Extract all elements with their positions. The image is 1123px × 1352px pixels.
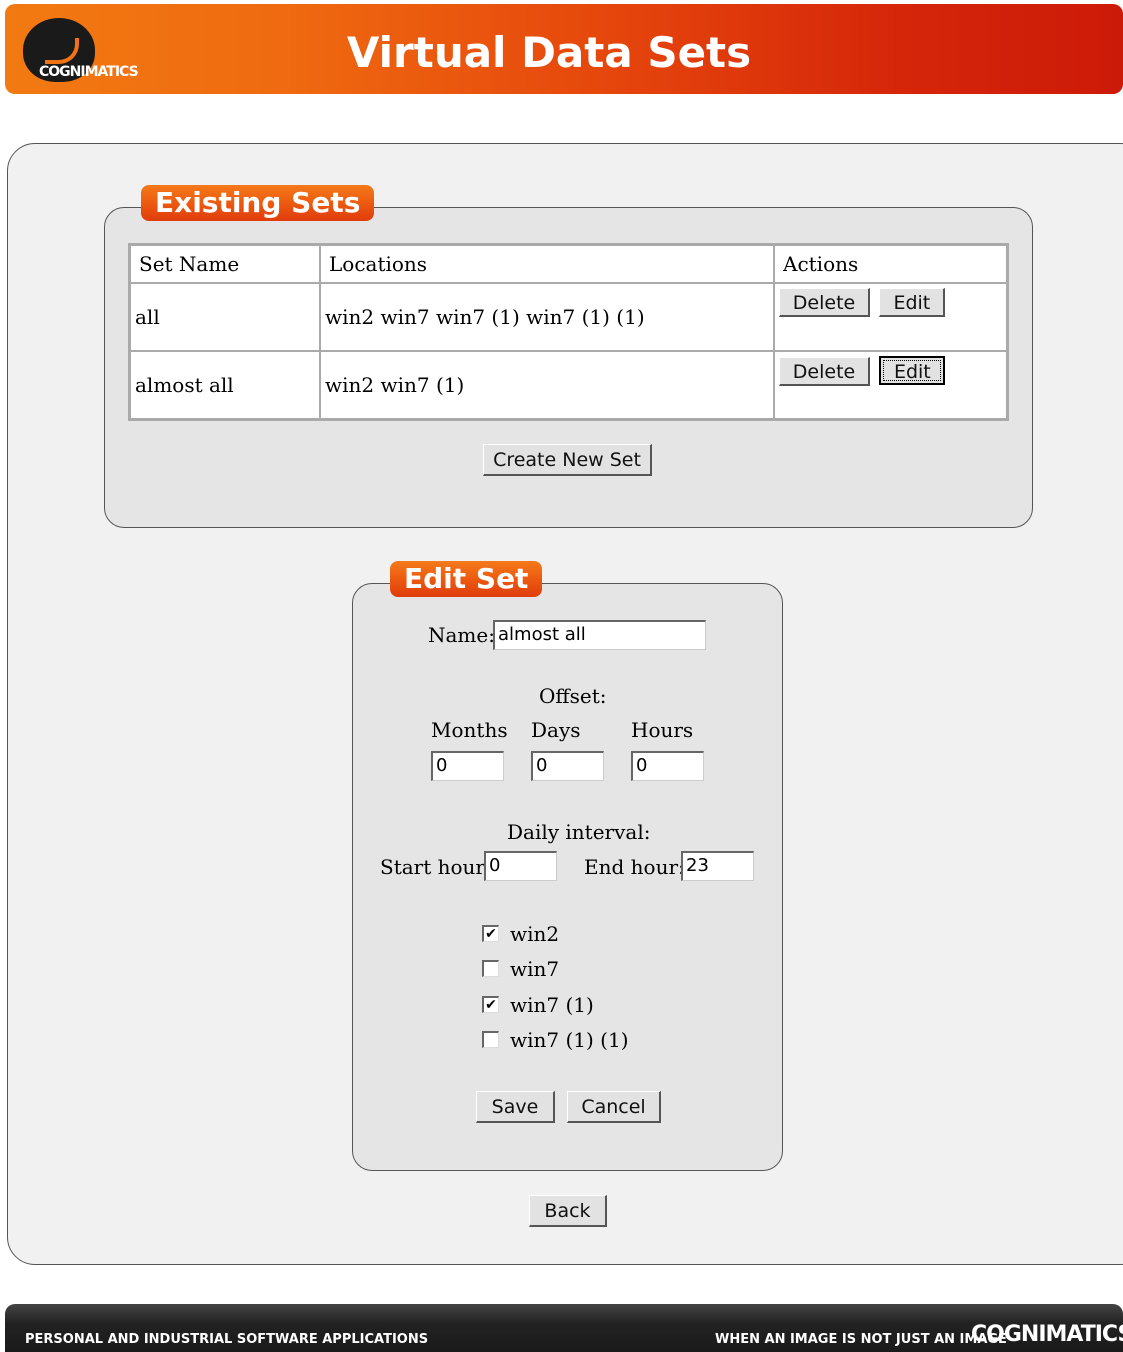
set-name-cell: almost all [130,351,320,419]
location-label: win7 (1) [510,993,594,1017]
hours-input[interactable]: 0 [631,751,704,781]
end-hour-input[interactable]: 23 [681,851,754,881]
locations-cell: win2 win7 win7 (1) win7 (1) (1) [320,283,774,351]
set-name-cell: all [130,283,320,351]
column-header-locations: Locations [320,245,774,283]
location-label: win7 (1) (1) [510,1028,629,1052]
existing-sets-legend: Existing Sets [141,185,375,221]
name-input[interactable]: almost all [493,620,706,650]
start-hour-input[interactable]: 0 [484,851,557,881]
name-label: Name: [428,623,495,647]
footer-tagline: PERSONAL AND INDUSTRIAL SOFTWARE APPLICA… [25,1332,429,1347]
footer-slogan: WHEN AN IMAGE IS NOT JUST AN IMAGE [715,1332,1007,1347]
days-input[interactable]: 0 [531,751,604,781]
delete-button[interactable]: Delete [779,288,870,317]
location-label: win2 [510,922,560,946]
footer-logo: COGNIMATICS [971,1322,1123,1347]
edit-set-legend: Edit Set [390,561,543,597]
table-header-row: Set Name Locations Actions [130,245,1007,283]
end-hour-label: End hour: [584,855,685,879]
hours-label: Hours [631,718,694,742]
offset-label: Offset: [539,684,607,708]
actions-cell: Delete Edit [774,351,1007,419]
column-header-set-name: Set Name [130,245,320,283]
start-hour-label: Start hour: [380,855,492,879]
column-header-actions: Actions [774,245,1007,283]
months-input[interactable]: 0 [431,751,504,781]
days-label: Days [531,718,581,742]
location-checkbox-win7[interactable] [482,960,499,977]
sets-table: Set Name Locations Actions all win2 win7… [128,243,1009,421]
edit-button[interactable]: Edit [879,288,946,317]
back-button[interactable]: Back [529,1195,607,1227]
table-row: almost all win2 win7 (1) Delete Edit [130,351,1007,419]
actions-cell: Delete Edit [774,283,1007,351]
table-row: all win2 win7 win7 (1) win7 (1) (1) Dele… [130,283,1007,351]
location-checkbox-win2[interactable]: ✔ [482,925,499,942]
save-button[interactable]: Save [476,1091,555,1123]
edit-button[interactable]: Edit [879,356,946,385]
create-new-set-button[interactable]: Create New Set [483,444,652,476]
location-checkbox-win7-1[interactable]: ✔ [482,996,499,1013]
location-label: win7 [510,957,560,981]
cancel-button[interactable]: Cancel [567,1091,661,1123]
page-footer: PERSONAL AND INDUSTRIAL SOFTWARE APPLICA… [5,1304,1123,1352]
location-checkbox-win7-1-1[interactable] [482,1031,499,1048]
locations-cell: win2 win7 (1) [320,351,774,419]
months-label: Months [431,718,508,742]
page-title: Virtual Data Sets [346,28,752,77]
daily-interval-label: Daily interval: [507,820,651,844]
page-header: COGNIMATICS Virtual Data Sets [5,4,1123,94]
delete-button[interactable]: Delete [779,357,870,386]
